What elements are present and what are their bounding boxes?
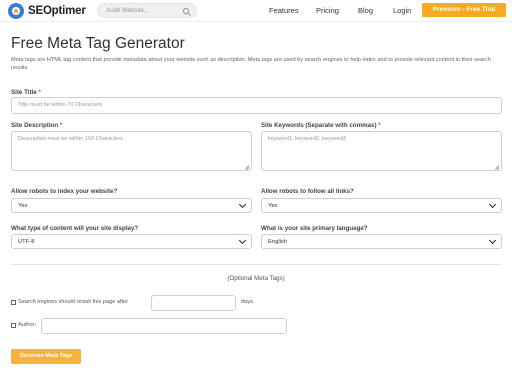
author-checkbox[interactable] bbox=[11, 323, 16, 328]
chevron-down-icon bbox=[488, 200, 497, 209]
site-keywords-label: Site Keywords (Separate with commas) * bbox=[261, 122, 381, 129]
site-keywords-label-text: Site Keywords (Separate with commas) bbox=[261, 122, 377, 129]
site-description-label: Site Description * bbox=[11, 122, 62, 129]
author-label: Author: bbox=[18, 322, 37, 328]
audit-search-input[interactable]: Audit Website... bbox=[97, 3, 197, 18]
premium-free-trial-button[interactable]: Premium - Free Trial bbox=[422, 3, 506, 17]
revisit-days-input[interactable] bbox=[151, 295, 236, 311]
site-title-label: Site Title * bbox=[11, 89, 41, 96]
revisit-days-suffix: days. bbox=[241, 299, 255, 305]
site-title-input[interactable]: Title must be within 70 Characters bbox=[11, 97, 502, 114]
generate-meta-tags-button[interactable]: Generate Meta Tags bbox=[11, 349, 81, 364]
page-description: Meta tags are HTML tag content that prov… bbox=[11, 57, 491, 71]
section-divider bbox=[11, 264, 501, 265]
resize-handle-icon[interactable] bbox=[494, 163, 500, 169]
content-type-value: UTF-8 bbox=[18, 239, 35, 245]
nav-features[interactable]: Features bbox=[269, 6, 299, 15]
robots-index-select[interactable]: Yes bbox=[11, 198, 252, 213]
chevron-down-icon bbox=[238, 200, 247, 209]
top-navbar: SEOptimer Audit Website... Features Pric… bbox=[0, 0, 512, 22]
required-mark: * bbox=[59, 122, 63, 129]
nav-pricing[interactable]: Pricing bbox=[316, 6, 339, 15]
robots-follow-label: Allow robots to follow all links? bbox=[261, 188, 354, 195]
site-description-placeholder: Description must be within 150 Character… bbox=[18, 136, 124, 142]
site-title-placeholder: Title must be within 70 Characters bbox=[18, 102, 103, 108]
page-title: Free Meta Tag Generator bbox=[11, 35, 185, 52]
site-description-textarea[interactable]: Description must be within 150 Character… bbox=[11, 131, 252, 171]
content-type-label: What type of content will your site disp… bbox=[11, 225, 139, 232]
logo[interactable]: SEOptimer bbox=[8, 3, 86, 19]
search-placeholder: Audit Website... bbox=[106, 7, 150, 14]
logo-text: SEOptimer bbox=[28, 5, 86, 17]
site-keywords-placeholder: keyword1, keyword2, keyword3 bbox=[268, 136, 347, 142]
site-keywords-textarea[interactable]: keyword1, keyword2, keyword3 bbox=[261, 131, 502, 171]
language-select[interactable]: English bbox=[261, 234, 502, 249]
site-description-label-text: Site Description bbox=[11, 122, 59, 129]
language-value: English bbox=[268, 239, 288, 245]
robots-index-label: Allow robots to index your website? bbox=[11, 188, 118, 195]
nav-login[interactable]: Login bbox=[393, 6, 411, 15]
robots-index-value: Yes bbox=[18, 203, 28, 209]
logo-icon bbox=[8, 3, 24, 19]
content-type-select[interactable]: UTF-8 bbox=[11, 234, 252, 249]
required-mark: * bbox=[378, 122, 381, 129]
nav-blog[interactable]: Blog bbox=[358, 6, 373, 15]
chevron-down-icon bbox=[238, 236, 247, 245]
chevron-down-icon bbox=[488, 236, 497, 245]
revisit-checkbox[interactable] bbox=[11, 300, 16, 305]
required-mark: * bbox=[38, 89, 41, 96]
resize-handle-icon[interactable] bbox=[244, 163, 250, 169]
robots-follow-select[interactable]: Yes bbox=[261, 198, 502, 213]
search-icon[interactable] bbox=[183, 8, 189, 14]
robots-follow-value: Yes bbox=[268, 203, 278, 209]
site-title-label-text: Site Title bbox=[11, 89, 37, 96]
author-input[interactable] bbox=[41, 318, 287, 334]
revisit-label: Search engines should revisit this page … bbox=[18, 299, 129, 305]
optional-meta-tags-heading: (Optional Meta Tags) bbox=[227, 275, 285, 282]
language-label: What is your site primary language? bbox=[261, 225, 368, 232]
